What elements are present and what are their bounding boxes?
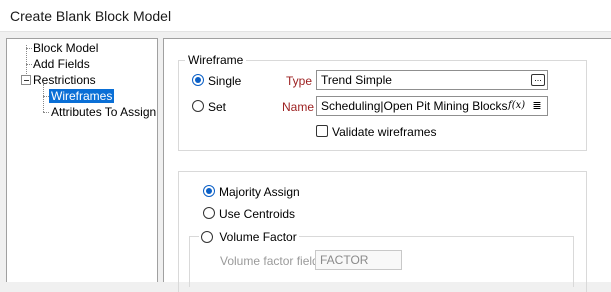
window-title: Create Blank Block Model — [10, 8, 172, 24]
function-icon[interactable]: f(x) — [508, 99, 525, 113]
tree-item-attributes-to-assign[interactable]: Attributes To Assign — [51, 105, 156, 119]
navigation-tree: Block Model Add Fields Restrictions Wire… — [6, 38, 158, 282]
set-radio[interactable] — [192, 100, 204, 112]
name-value: Scheduling|Open Pit Mining Blocks — [321, 99, 508, 113]
title-bar: Create Blank Block Model — [0, 0, 611, 32]
tree-item-block-model[interactable]: Block Model — [33, 41, 98, 55]
tree-item-add-fields[interactable]: Add Fields — [33, 57, 90, 71]
tree-connector — [43, 112, 49, 113]
volume-factor-field-input[interactable]: FACTOR — [315, 250, 402, 270]
type-value: Trend Simple — [321, 73, 392, 87]
majority-assign-label[interactable]: Majority Assign — [219, 185, 300, 199]
content-panel: Wireframe Single Set Type Trend Simple .… — [163, 38, 611, 292]
single-radio[interactable] — [192, 74, 204, 86]
tree-item-wireframes[interactable]: Wireframes — [49, 89, 115, 103]
volume-factor-legend: Volume Factor — [199, 229, 299, 244]
tree-connector — [43, 84, 44, 112]
volume-factor-label[interactable]: Volume Factor — [219, 230, 296, 244]
type-input[interactable]: Trend Simple — [316, 70, 548, 90]
browse-button[interactable]: ... — [531, 74, 545, 86]
volume-factor-field-value: FACTOR — [320, 253, 369, 267]
tree-connector — [26, 48, 32, 49]
validate-wireframes-checkbox[interactable] — [316, 125, 328, 137]
set-label[interactable]: Set — [208, 100, 226, 114]
collapse-icon[interactable] — [21, 75, 31, 85]
single-label[interactable]: Single — [208, 74, 241, 88]
list-icon[interactable]: ≣ — [529, 99, 545, 113]
wireframe-group-title: Wireframe — [185, 53, 247, 67]
name-label: Name — [282, 100, 315, 114]
validate-wireframes-label[interactable]: Validate wireframes — [332, 125, 436, 139]
tree-item-restrictions[interactable]: Restrictions — [33, 73, 96, 87]
tree-connector — [26, 64, 32, 65]
use-centroids-radio[interactable] — [203, 207, 215, 219]
type-label: Type — [286, 74, 313, 88]
majority-assign-radio[interactable] — [203, 185, 215, 197]
use-centroids-label[interactable]: Use Centroids — [219, 207, 295, 221]
volume-factor-field-label: Volume factor field — [220, 254, 319, 268]
volume-factor-radio[interactable] — [201, 231, 213, 243]
